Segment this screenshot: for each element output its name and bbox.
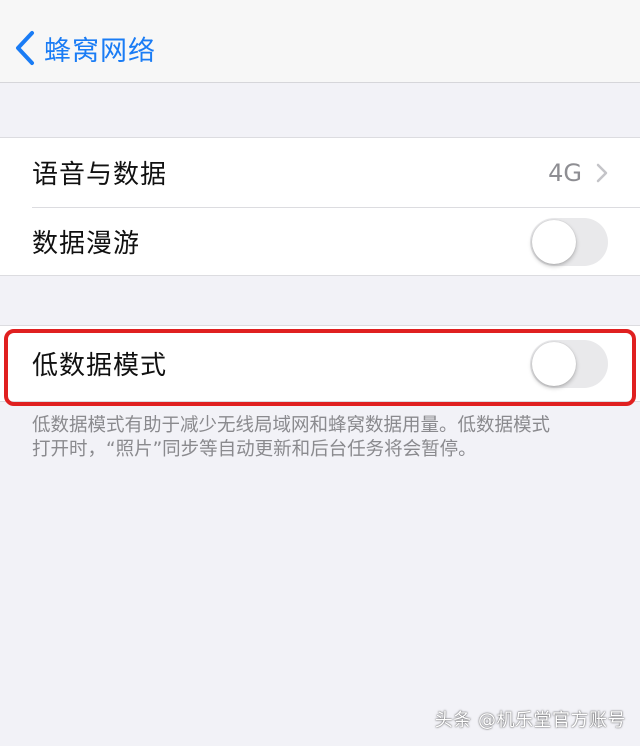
voice-and-data-row[interactable]: 语音与数据 4G — [0, 138, 640, 207]
low-data-mode-description: 低数据模式有助于减少无线局域网和蜂窝数据用量。低数据模式 打开时，“照片”同步等… — [32, 414, 622, 462]
chevron-right-icon — [596, 163, 608, 182]
voice-and-data-value: 4G — [548, 158, 582, 187]
low-data-mode-row: 低数据模式 — [0, 326, 640, 401]
toggle-knob — [532, 219, 576, 264]
cellular-settings-group: 语音与数据 4G 数据漫游 — [0, 137, 640, 276]
chevron-left-icon — [16, 31, 34, 65]
navigation-bar: 蜂窝网络 — [0, 0, 640, 83]
data-roaming-label: 数据漫游 — [32, 229, 141, 259]
low-data-mode-toggle[interactable] — [530, 339, 608, 388]
voice-and-data-label: 语音与数据 — [32, 160, 168, 190]
description-line-1: 低数据模式有助于减少无线局域网和蜂窝数据用量。低数据模式 — [32, 415, 551, 436]
watermark: 头条 @机乐堂官方账号 — [434, 710, 626, 731]
back-button[interactable]: 蜂窝网络 — [14, 26, 156, 70]
data-roaming-toggle[interactable] — [530, 217, 608, 266]
data-roaming-row: 数据漫游 — [0, 207, 640, 276]
low-data-mode-label: 低数据模式 — [32, 351, 168, 381]
low-data-mode-group: 低数据模式 — [0, 325, 640, 402]
description-line-2: 打开时，“照片”同步等自动更新和后台任务将会暂停。 — [32, 439, 477, 460]
toggle-knob — [532, 341, 576, 386]
back-label: 蜂窝网络 — [44, 35, 156, 67]
settings-page: 蜂窝网络 语音与数据 4G 数据漫游 低数据模式 低数据模式有助于减少无线局域网… — [0, 0, 640, 746]
